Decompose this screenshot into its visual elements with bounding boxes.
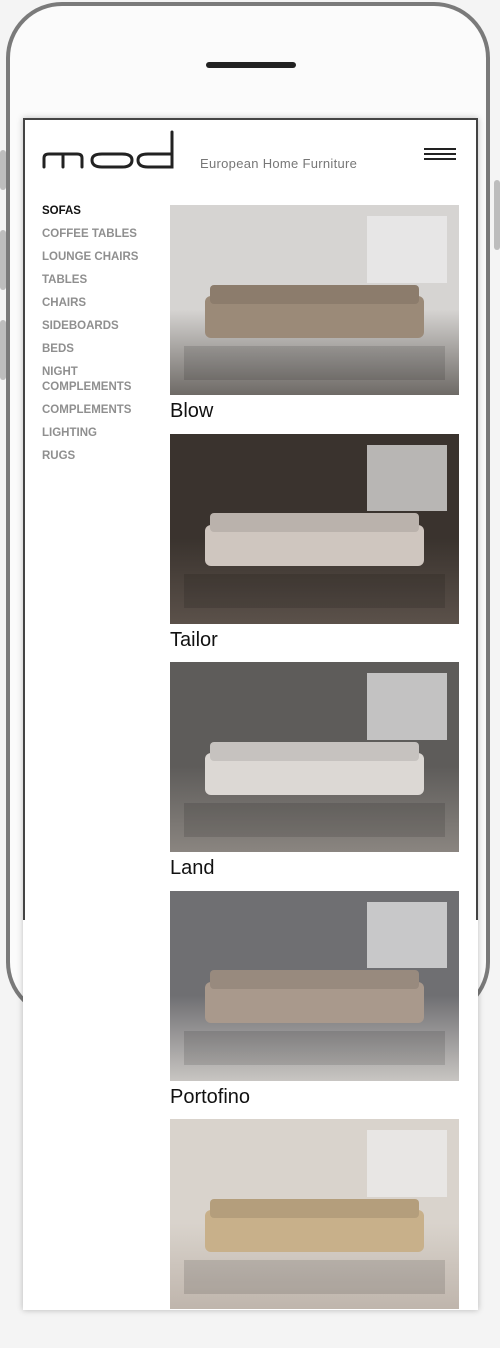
hamburger-icon-line (424, 158, 456, 160)
product-card: Land (170, 662, 459, 891)
product-photo[interactable] (170, 433, 459, 624)
nav-item-lounge-chairs[interactable]: LOUNGE CHAIRS (42, 250, 167, 265)
product-title[interactable]: Blow (170, 399, 459, 423)
photo-window (366, 444, 448, 512)
product-card: Tailor (170, 433, 459, 663)
nav-item-night-complements[interactable]: NIGHT COMPLEMENTS (42, 365, 137, 395)
product-card (170, 1119, 459, 1348)
hamburger-icon (424, 148, 456, 150)
product-title[interactable]: Land (170, 856, 459, 880)
product-title[interactable]: Tailor (170, 628, 459, 652)
mod-logo[interactable] (42, 130, 177, 175)
photo-window (366, 1130, 448, 1197)
product-photo[interactable] (170, 662, 459, 852)
photo-rug (184, 1031, 445, 1066)
product-photo[interactable] (170, 205, 459, 395)
product-photo[interactable] (170, 890, 459, 1081)
hamburger-icon-line (424, 153, 456, 155)
photo-rug (184, 574, 445, 609)
product-list: Blow Tailor Land Portofino (170, 205, 459, 1348)
product-card: Portofino (170, 890, 459, 1120)
photo-sofa-back (210, 1198, 419, 1218)
product-photo[interactable] (170, 1119, 459, 1309)
photo-rug (184, 802, 445, 837)
mute-switch (0, 150, 6, 190)
photo-rug (184, 1259, 445, 1294)
nav-item-sideboards[interactable]: SIDEBOARDS (42, 319, 167, 334)
photo-sofa-back (210, 741, 419, 761)
hamburger-menu-button[interactable] (424, 148, 456, 162)
volume-up-button (0, 230, 6, 290)
nav-item-complements[interactable]: COMPLEMENTS (42, 403, 167, 418)
photo-window (366, 216, 448, 283)
volume-down-button (0, 320, 6, 380)
photo-sofa-back (210, 970, 419, 990)
product-card: Blow (170, 205, 459, 434)
nav-item-sofas[interactable]: SOFAS (42, 204, 167, 219)
nav-item-lighting[interactable]: LIGHTING (42, 426, 167, 441)
photo-window (366, 901, 448, 969)
nav-item-chairs[interactable]: CHAIRS (42, 296, 167, 311)
tagline: European Home Furniture (200, 156, 358, 171)
photo-rug (184, 345, 445, 380)
product-title[interactable]: Portofino (170, 1085, 459, 1109)
nav-item-beds[interactable]: BEDS (42, 342, 167, 357)
nav-item-coffee-tables[interactable]: COFFEE TABLES (42, 227, 167, 242)
category-nav: SOFAS COFFEE TABLES LOUNGE CHAIRS TABLES… (42, 204, 167, 472)
power-button (494, 180, 500, 250)
photo-window (366, 673, 448, 740)
nav-item-tables[interactable]: TABLES (42, 273, 167, 288)
photo-sofa-back (210, 284, 419, 304)
photo-sofa-back (210, 513, 419, 533)
nav-item-rugs[interactable]: RUGS (42, 449, 167, 464)
speaker-grille (206, 62, 296, 68)
